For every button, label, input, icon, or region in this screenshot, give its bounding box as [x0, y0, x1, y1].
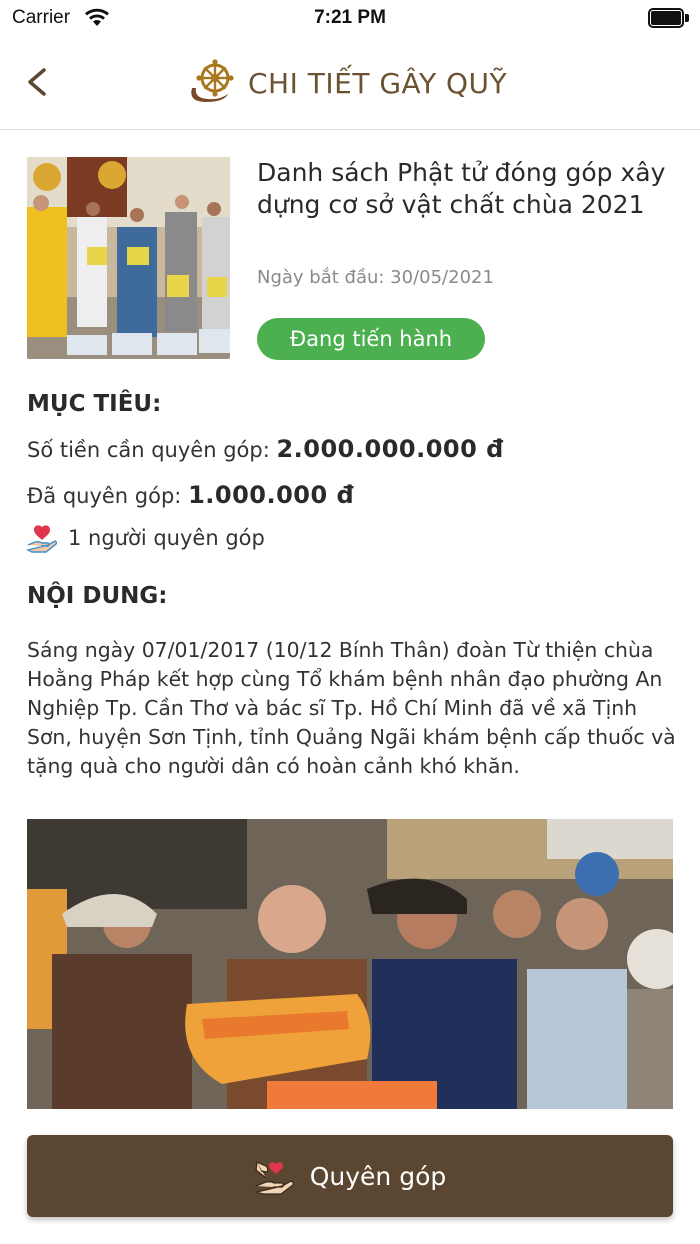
chevron-left-icon	[28, 68, 46, 96]
clock: 7:21 PM	[314, 7, 386, 28]
raised-amount-row: Đã quyên góp: 1.000.000 đ	[27, 481, 354, 509]
battery-icon	[648, 8, 690, 28]
donor-heart-hand-icon	[26, 525, 58, 553]
target-label: Số tiền cần quyên góp:	[27, 438, 277, 462]
nav-title-group: CHI TIẾT GÂY QUỸ	[186, 56, 507, 110]
back-button[interactable]	[18, 60, 62, 104]
status-badge: Đang tiến hành	[257, 318, 485, 360]
content-text: Sáng ngày 07/01/2017 (10/12 Bính Thân) đ…	[27, 638, 676, 778]
raised-value: 1.000.000 đ	[188, 481, 355, 509]
campaign-thumbnail	[27, 157, 230, 359]
raised-label: Đã quyên góp:	[27, 484, 189, 508]
page-title: CHI TIẾT GÂY QUỸ	[248, 66, 508, 100]
donor-count: 1 người quyên góp	[68, 526, 265, 550]
donate-button-label: Quyên góp	[309, 1161, 447, 1191]
content-heading: NỘI DUNG:	[27, 583, 168, 609]
target-amount-row: Số tiền cần quyên góp: 2.000.000.000 đ	[27, 435, 504, 463]
donate-button[interactable]: Quyên góp	[27, 1135, 673, 1217]
donate-hand-heart-icon	[254, 1161, 294, 1195]
goal-heading: MỤC TIÊU:	[27, 391, 162, 417]
content-photo	[27, 819, 673, 1109]
status-bar: Carrier 7:21 PM	[0, 0, 700, 40]
navigation-bar: CHI TIẾT GÂY QUỸ	[0, 40, 700, 130]
campaign-title: Danh sách Phật tử đóng góp xây dựng cơ s…	[257, 158, 666, 219]
target-value: 2.000.000.000 đ	[276, 435, 504, 463]
dharma-wheel-icon	[191, 59, 234, 102]
start-date: Ngày bắt đầu: 30/05/2021	[257, 267, 494, 288]
